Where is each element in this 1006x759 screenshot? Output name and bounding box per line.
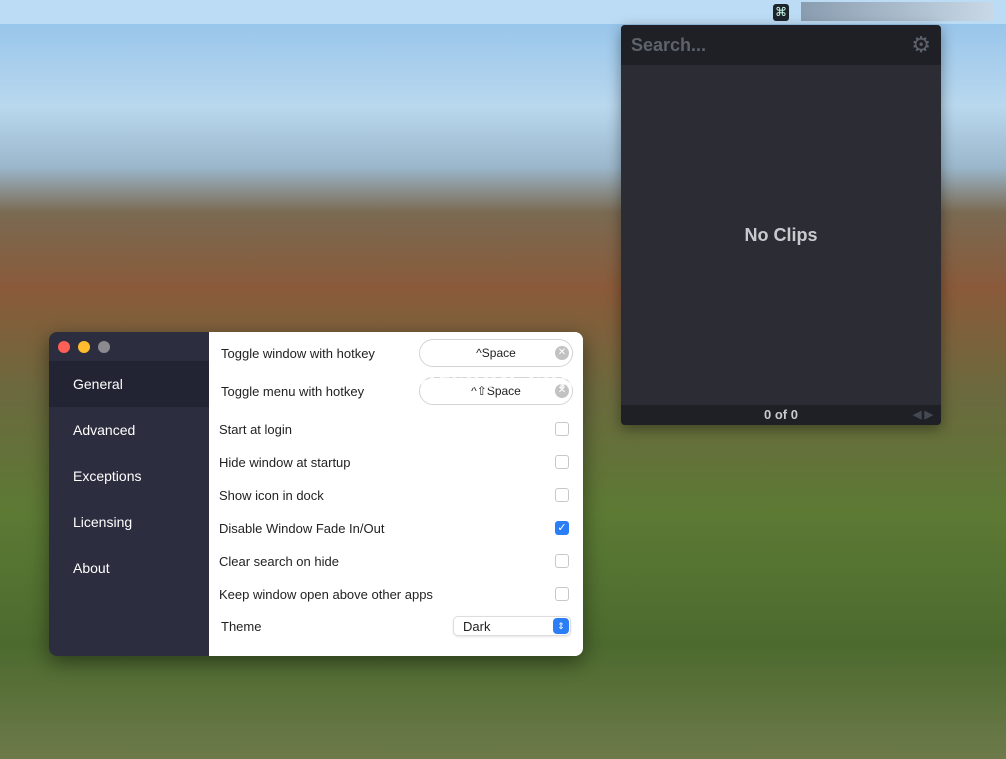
prev-arrow-icon[interactable]: ◀ <box>913 409 921 421</box>
option-label: Clear search on hide <box>219 553 339 569</box>
hide-window-checkbox[interactable] <box>555 455 569 469</box>
show-dock-icon-checkbox[interactable] <box>555 488 569 502</box>
sidebar-item-general[interactable]: General <box>49 361 209 407</box>
sidebar-item-advanced[interactable]: Advanced <box>49 407 209 453</box>
general-pane: Toggle window with hotkey ^Space ✕ Toggle… <box>209 332 583 656</box>
hotkey-value: ^⇧Space <box>471 384 521 398</box>
minimize-button[interactable] <box>78 341 90 353</box>
chevron-updown-icon: ⇕ <box>553 618 569 634</box>
preferences-window: General Advanced Exceptions Licensing Ab… <box>49 332 583 656</box>
option-label: Disable Window Fade In/Out <box>219 520 385 536</box>
option-label: Start at login <box>219 421 292 437</box>
toggle-window-hotkey-field[interactable]: ^Space ✕ <box>419 339 573 367</box>
clips-window: Search... ⚙ No Clips 0 of 0 ◀ ▶ <box>621 25 941 425</box>
option-label: Hide window at startup <box>219 454 351 470</box>
hotkey-value: ^Space <box>476 346 516 360</box>
hotkey-label: Toggle menu with hotkey <box>221 383 365 399</box>
close-button[interactable] <box>58 341 70 353</box>
clipboard-command-icon[interactable]: ⌘ <box>773 4 789 21</box>
empty-message: No Clips <box>744 225 818 245</box>
zoom-button[interactable] <box>98 341 110 353</box>
clip-counter: 0 of 0 <box>764 407 798 422</box>
sidebar-item-about[interactable]: About <box>49 545 209 591</box>
clips-footer: 0 of 0 ◀ ▶ <box>621 405 941 425</box>
clear-icon[interactable]: ✕ <box>555 346 569 360</box>
theme-select[interactable]: Dark ⇕ <box>453 616 571 636</box>
clear-icon[interactable]: ✕ <box>555 384 569 398</box>
start-at-login-checkbox[interactable] <box>555 422 569 436</box>
theme-value: Dark <box>463 619 491 634</box>
sidebar: General Advanced Exceptions Licensing Ab… <box>49 332 209 656</box>
hotkey-label: Toggle window with hotkey <box>221 345 375 361</box>
menu-bar: ⌘ <box>0 0 1006 24</box>
sidebar-item-licensing[interactable]: Licensing <box>49 499 209 545</box>
next-arrow-icon[interactable]: ▶ <box>925 409 933 421</box>
option-label: Keep window open above other apps <box>219 586 433 602</box>
search-input[interactable]: Search... <box>631 35 706 56</box>
theme-label: Theme <box>221 618 262 634</box>
blurred-menu-items <box>801 2 993 21</box>
gear-icon[interactable]: ⚙ <box>911 32 931 58</box>
toggle-menu-hotkey-field[interactable]: ^⇧Space ✕ <box>419 377 573 405</box>
clear-search-checkbox[interactable] <box>555 554 569 568</box>
option-label: Show icon in dock <box>219 487 324 503</box>
disable-fade-checkbox[interactable]: ✓ <box>555 521 569 535</box>
sidebar-item-exceptions[interactable]: Exceptions <box>49 453 209 499</box>
search-bar[interactable]: Search... ⚙ <box>621 25 941 65</box>
keep-open-checkbox[interactable] <box>555 587 569 601</box>
